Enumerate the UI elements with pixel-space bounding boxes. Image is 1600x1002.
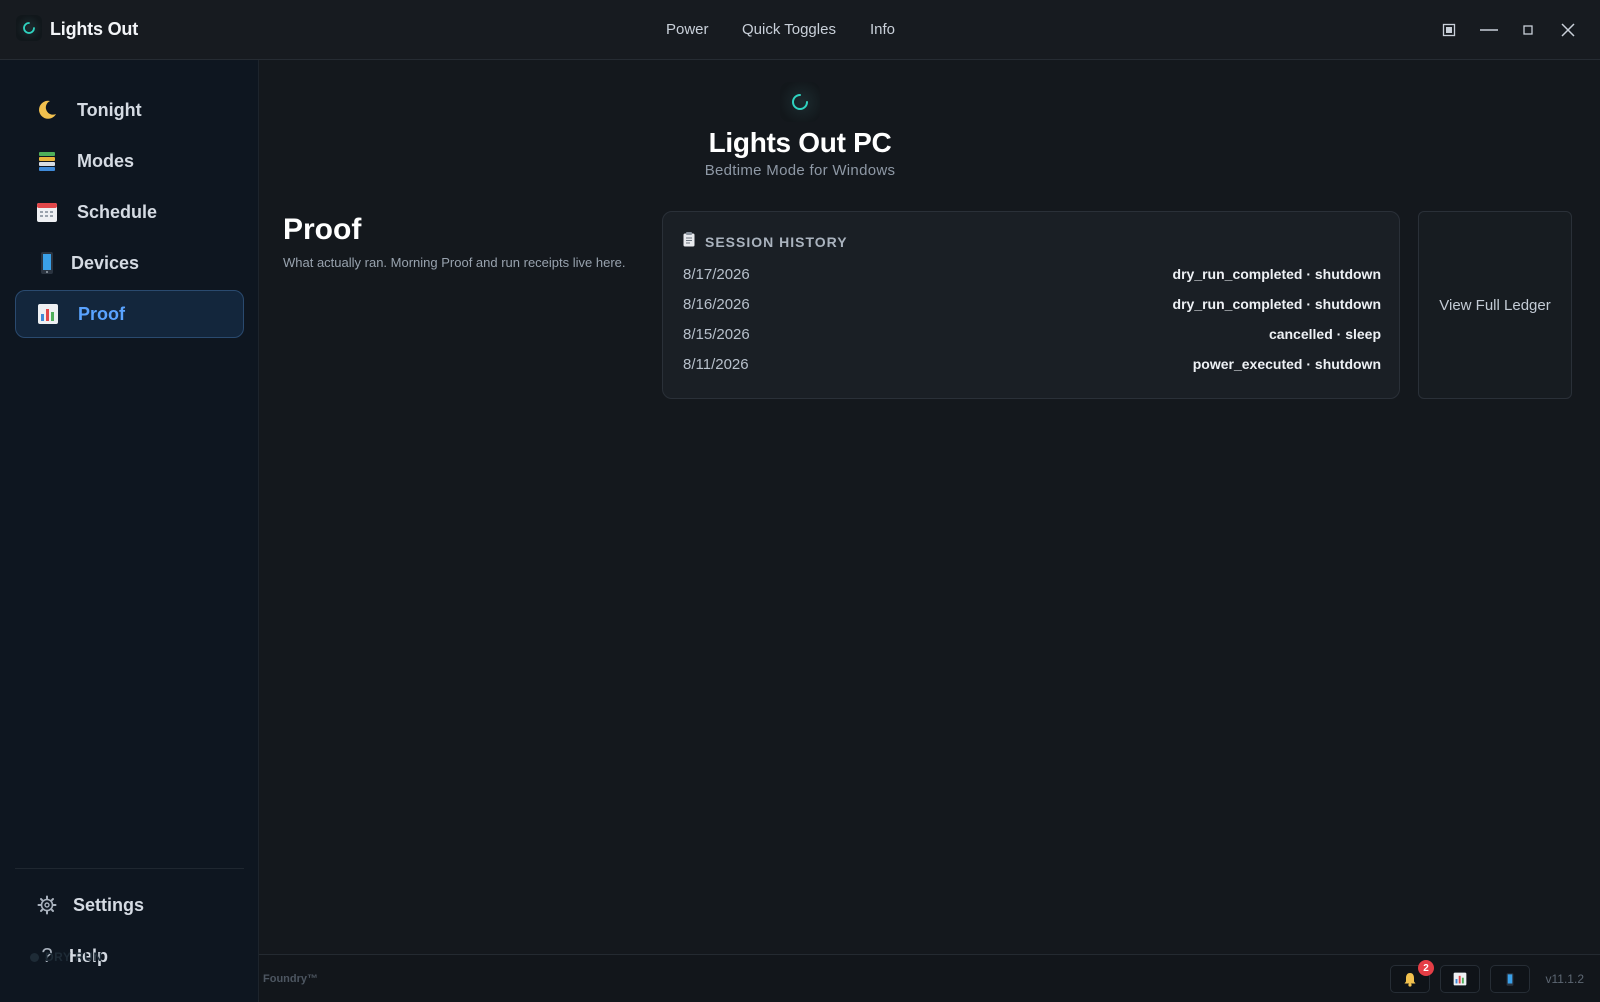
- sidebar-item-label: Devices: [71, 252, 140, 273]
- sidebar-item-settings[interactable]: Settings: [15, 881, 244, 929]
- minimize-button[interactable]: [1477, 18, 1501, 42]
- sidebar-item-label: Proof: [78, 303, 125, 324]
- sidebar-item-proof[interactable]: Proof: [15, 290, 244, 338]
- status-bar: Foundry™ 2 v11.1.2: [259, 954, 1600, 1002]
- history-row: 8/17/2026 dry_run_completed · shutdown: [683, 263, 1381, 285]
- sidebar-item-tonight[interactable]: Tonight: [15, 86, 244, 134]
- hero-logo-icon: [780, 82, 820, 122]
- session-history-card: SESSION HISTORY 8/17/2026 dry_run_comple…: [662, 211, 1400, 399]
- status-dot-icon: [30, 953, 39, 963]
- foundry-label: Foundry™: [263, 973, 318, 985]
- devices-shortcut-button[interactable]: [1490, 965, 1530, 993]
- page-title: Proof: [283, 213, 362, 246]
- sidebar-item-devices[interactable]: Devices: [15, 239, 244, 287]
- sidebar-divider: [15, 868, 244, 869]
- session-history-heading: SESSION HISTORY: [705, 234, 848, 250]
- sidebar: Tonight Modes Schedule Devices Proof Set…: [0, 60, 259, 1002]
- bell-icon: [1404, 972, 1416, 987]
- bar-chart-icon: [1453, 972, 1467, 986]
- moon-icon: [33, 96, 61, 124]
- maximize-icon: [1523, 25, 1533, 35]
- session-history-header: SESSION HISTORY: [683, 232, 848, 252]
- gear-icon: [33, 891, 61, 919]
- app-title: Lights Out: [50, 19, 138, 39]
- version-label: v11.1.2: [1545, 972, 1584, 986]
- title-bar: Lights Out Power Quick Toggles Info: [0, 0, 1600, 60]
- menu-quick-toggles[interactable]: Quick Toggles: [742, 21, 836, 38]
- proof-shortcut-button[interactable]: [1440, 965, 1480, 993]
- history-date: 8/15/2026: [683, 325, 750, 343]
- phone-icon: [33, 249, 61, 277]
- minimize-icon: [1480, 29, 1498, 31]
- history-status: cancelled · sleep: [1268, 326, 1381, 342]
- history-row: 8/16/2026 dry_run_completed · shutdown: [683, 293, 1381, 315]
- dry-run-indicator: DRY RUN: [30, 950, 103, 964]
- clipboard-icon: [683, 232, 695, 252]
- close-icon: [1561, 23, 1575, 37]
- app-logo-icon: [16, 15, 42, 41]
- history-row: 8/15/2026 cancelled · sleep: [683, 323, 1381, 345]
- menu-power[interactable]: Power: [666, 21, 709, 38]
- history-status: dry_run_completed · shutdown: [1172, 266, 1381, 282]
- history-status: dry_run_completed · shutdown: [1172, 296, 1381, 312]
- bar-chart-icon: [34, 300, 62, 328]
- hero-subtitle: Bedtime Mode for Windows: [704, 162, 896, 179]
- pin-window-icon: [1442, 23, 1456, 37]
- history-date: 8/11/2026: [683, 355, 749, 373]
- calendar-icon: [33, 198, 61, 226]
- history-row: 8/11/2026 power_executed · shutdown: [683, 353, 1381, 375]
- notifications-button[interactable]: 2: [1390, 960, 1434, 993]
- history-date: 8/17/2026: [683, 265, 750, 283]
- history-status: power_executed · shutdown: [1192, 356, 1381, 372]
- close-button[interactable]: [1556, 18, 1580, 42]
- phone-icon: [1506, 972, 1514, 986]
- sidebar-item-label: Tonight: [77, 99, 142, 120]
- pin-window-button[interactable]: [1437, 18, 1461, 42]
- stack-icon: [33, 147, 61, 175]
- page-description: What actually ran. Morning Proof and run…: [283, 255, 626, 270]
- hero-title: Lights Out PC: [708, 127, 892, 158]
- sidebar-item-label: Modes: [77, 150, 135, 171]
- sidebar-item-label: Schedule: [77, 201, 158, 222]
- view-full-ledger-button[interactable]: View Full Ledger: [1418, 211, 1572, 399]
- notification-count-badge: 2: [1418, 960, 1434, 976]
- history-date: 8/16/2026: [683, 295, 750, 313]
- sidebar-item-modes[interactable]: Modes: [15, 137, 244, 185]
- sidebar-item-schedule[interactable]: Schedule: [15, 188, 244, 236]
- maximize-button[interactable]: [1516, 18, 1540, 42]
- view-full-ledger-label: View Full Ledger: [1439, 296, 1551, 314]
- menu-info[interactable]: Info: [870, 21, 895, 38]
- sidebar-item-label: Settings: [73, 894, 145, 915]
